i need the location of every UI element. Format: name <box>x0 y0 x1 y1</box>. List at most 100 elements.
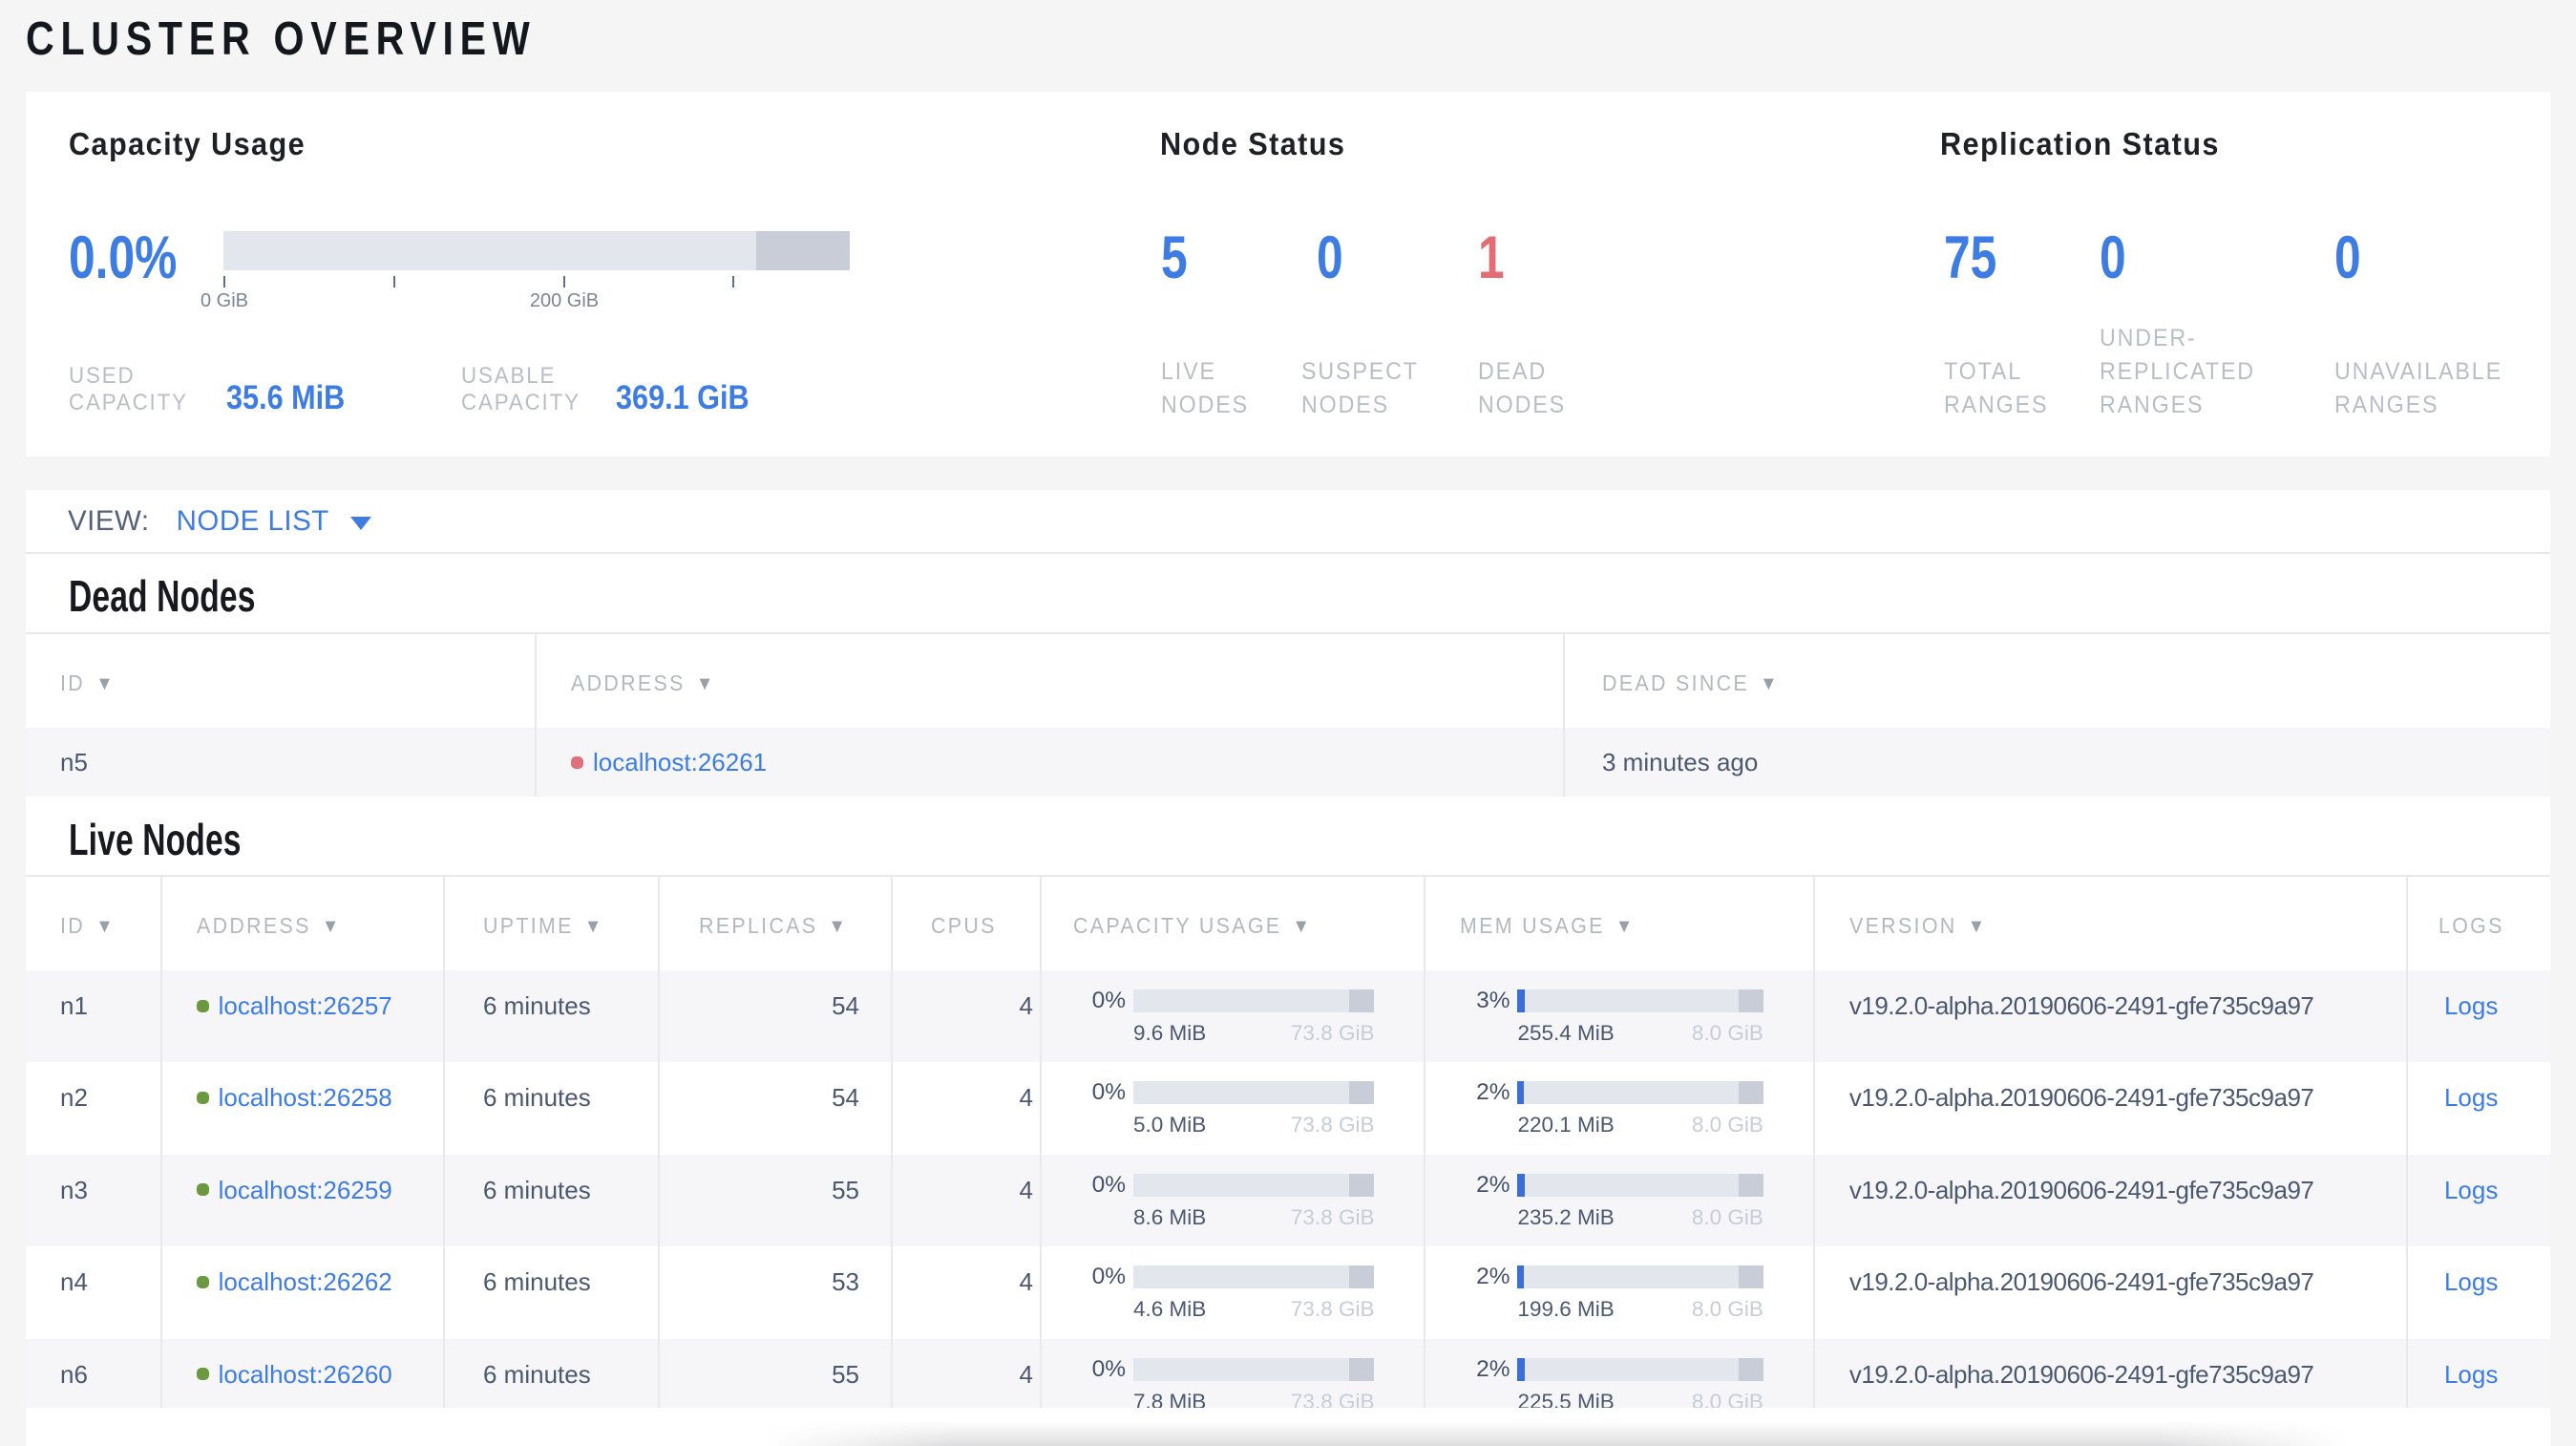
live-node-address-link[interactable]: localhost:26258 <box>219 1082 392 1113</box>
live-col-header-logs[interactable]: LOGS <box>2405 877 2550 970</box>
live-node-capacity-usage-cell: 0% 8.6 MiB 73.8 GiB <box>1039 1154 1425 1247</box>
mem-bar-labels: 220.1 MiB 8.0 GiB <box>1517 1114 1763 1137</box>
axis-tick-100 <box>393 276 395 287</box>
logs-link[interactable]: Logs <box>2444 1082 2498 1113</box>
live-node-address-link[interactable]: localhost:26257 <box>219 990 392 1021</box>
sort-desc-icon: ▼ <box>321 916 339 937</box>
live-col-header-cpus[interactable]: CPUS <box>890 877 1040 970</box>
capacity-percent: 0% <box>1091 1171 1126 1198</box>
live-node-address-cell: localhost:26259 <box>159 1154 443 1247</box>
logs-link[interactable]: Logs <box>2444 1175 2498 1205</box>
live-nodes-count: 5 <box>1161 224 1188 291</box>
live-node-id: n3 <box>60 1175 88 1204</box>
capacity-total-value: 73.8 GiB <box>1290 1389 1375 1409</box>
live-col-header-uptime[interactable]: UPTIME ▼ <box>442 877 658 970</box>
replication-status-title: Replication Status <box>1940 126 2220 161</box>
suspect-nodes-count: 0 <box>1317 224 1343 291</box>
capacity-bar-other-segment <box>1349 1357 1375 1381</box>
capacity-total-value: 73.8 GiB <box>1290 1113 1375 1138</box>
mem-used-value: 220.1 MiB <box>1517 1113 1615 1138</box>
mem-bar-other-segment <box>1738 1357 1763 1381</box>
live-node-uptime: 6 minutes <box>442 1338 658 1409</box>
mem-bar-labels: 199.6 MiB 8.0 GiB <box>1517 1298 1763 1321</box>
capacity-bar-labels: 9.6 MiB 73.8 GiB <box>1133 1022 1375 1045</box>
address-line: localhost:26257 <box>196 990 392 1021</box>
header-label-wrap: DEAD SINCE ▼ <box>1602 670 1778 695</box>
sort-desc-icon: ▼ <box>1760 673 1778 694</box>
axis-label-0gib: 0 GiB <box>200 290 249 311</box>
sort-desc-icon: ▼ <box>1967 916 1986 937</box>
logs-link[interactable]: Logs <box>2444 1266 2498 1297</box>
dead-col-header-address[interactable]: ADDRESS ▼ <box>535 634 1563 728</box>
dead-col-header-dead-since[interactable]: DEAD SINCE ▼ <box>1563 634 2550 728</box>
live-col-header-id[interactable]: ID ▼ <box>26 877 160 970</box>
mem-used-value: 255.4 MiB <box>1517 1021 1615 1045</box>
usable-capacity-value: 369.1 GiB <box>616 379 750 416</box>
live-col-header-replicas[interactable]: REPLICAS ▼ <box>657 877 891 970</box>
capacity-usage-bar <box>223 231 850 270</box>
live-node-id: n2 <box>60 1083 88 1113</box>
mem-used-value: 235.2 MiB <box>1517 1204 1615 1229</box>
live-node-address-link[interactable]: localhost:26259 <box>219 1175 392 1205</box>
axis-tick-300 <box>732 276 734 287</box>
view-selector-dropdown[interactable]: NODE LIST <box>177 505 371 538</box>
mem-bar-line: 2% <box>1460 1173 1763 1197</box>
mem-bar-other-segment <box>1738 1265 1763 1289</box>
live-node-replicas: 53 <box>657 1246 891 1339</box>
header-label-wrap: ADDRESS ▼ <box>196 913 339 938</box>
live-node-capacity-usage-cell: 0% 7.8 MiB 73.8 GiB <box>1039 1338 1425 1409</box>
live-node-address-link[interactable]: localhost:26260 <box>219 1359 392 1390</box>
mem-bar-other-segment <box>1738 1081 1763 1105</box>
live-node-mem-usage-cell: 2% 225.5 MiB 8.0 GiB <box>1424 1338 1812 1409</box>
logs-link[interactable]: Logs <box>2444 1359 2498 1390</box>
mem-used-value: 199.6 MiB <box>1517 1297 1615 1322</box>
live-status-dot-icon <box>196 999 209 1012</box>
view-bar: VIEW: NODE LIST <box>26 490 2550 554</box>
mem-bar-labels: 255.4 MiB 8.0 GiB <box>1517 1022 1763 1045</box>
header-label-wrap: ID ▼ <box>60 670 114 695</box>
unavailable-ranges-count: 0 <box>2334 224 2361 291</box>
node-status-title: Node Status <box>1160 126 1346 161</box>
capacity-bar-line: 0% <box>1076 1081 1375 1105</box>
live-node-replicas: 54 <box>657 1062 891 1155</box>
live-col-header-address[interactable]: ADDRESS ▼ <box>159 877 443 970</box>
live-node-logs-cell: Logs <box>2405 1246 2550 1339</box>
live-node-id: n1 <box>60 991 88 1020</box>
live-col-header-mem-usage[interactable]: MEM USAGE ▼ <box>1424 877 1812 970</box>
capacity-total-value: 73.8 GiB <box>1290 1297 1375 1322</box>
live-col-header-capacity-usage[interactable]: CAPACITY USAGE ▼ <box>1039 877 1425 970</box>
mem-bar-used-segment <box>1517 1265 1524 1289</box>
live-node-capacity-usage-cell: 0% 4.6 MiB 73.8 GiB <box>1039 1246 1425 1339</box>
capacity-used-value: 8.6 MiB <box>1132 1204 1207 1229</box>
dead-node-address-link[interactable]: localhost:26261 <box>593 748 767 777</box>
mem-bar <box>1517 1357 1763 1381</box>
mem-bar-used-segment <box>1517 1357 1525 1381</box>
cluster-overview-page: CLUSTER OVERVIEW Capacity Usage 0.0% 0 G… <box>0 0 2576 1446</box>
mem-bar-line: 2% <box>1460 1081 1763 1105</box>
live-node-mem-usage-cell: 2% 220.1 MiB 8.0 GiB <box>1424 1062 1812 1155</box>
used-capacity-label: USED CAPACITY <box>69 363 188 415</box>
mem-bar-line: 3% <box>1460 989 1763 1012</box>
capacity-used-value: 5.0 MiB <box>1132 1113 1207 1138</box>
capacity-percent: 0% <box>1091 1264 1126 1290</box>
capacity-bar <box>1132 1265 1375 1289</box>
live-node-address-cell: localhost:26260 <box>159 1338 443 1409</box>
view-selected-value[interactable]: NODE LIST <box>177 505 329 538</box>
axis-tick-0 <box>223 276 225 287</box>
live-node-cpus: 4 <box>890 970 1040 1063</box>
total-ranges-label: TOTAL RANGES <box>1944 358 2049 418</box>
live-status-dot-icon <box>196 1275 209 1288</box>
live-node-mem-usage-cell: 2% 199.6 MiB 8.0 GiB <box>1424 1246 1812 1339</box>
live-node-row: n4 localhost:26262 6 minutes 53 4 0% 4.6… <box>26 1246 2550 1339</box>
capacity-used-value: 4.6 MiB <box>1132 1297 1207 1322</box>
sort-desc-icon: ▼ <box>828 916 846 937</box>
logs-link[interactable]: Logs <box>2444 990 2498 1021</box>
live-node-address-link[interactable]: localhost:26262 <box>219 1266 392 1297</box>
dead-col-header-id[interactable]: ID ▼ <box>26 634 535 728</box>
capacity-bar-labels: 7.8 MiB 73.8 GiB <box>1133 1389 1375 1409</box>
header-label-wrap: CAPACITY USAGE ▼ <box>1072 913 1310 938</box>
live-node-address-cell: localhost:26262 <box>159 1246 443 1339</box>
live-status-dot-icon <box>196 1091 209 1104</box>
live-col-header-version[interactable]: VERSION ▼ <box>1812 877 2406 970</box>
dead-node-dead-since: 3 minutes ago <box>1563 728 2550 797</box>
